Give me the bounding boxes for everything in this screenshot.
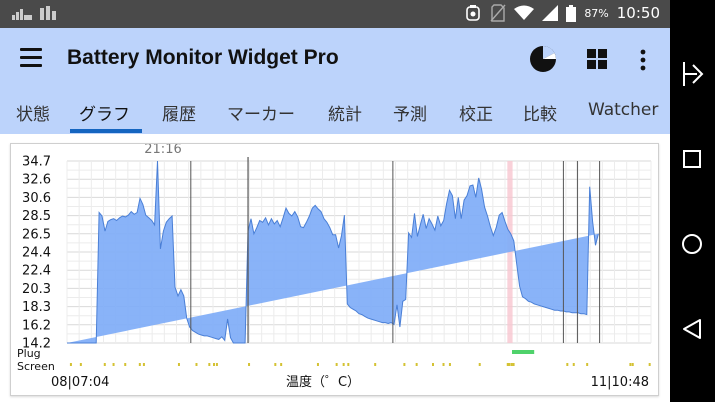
screen-on-tick [138,363,141,366]
x-start-label: 08|07:04 [51,375,109,390]
screen-on-tick [512,363,515,366]
screen-on-tick [335,363,338,366]
status-bar: 87% 10:50 [0,0,670,28]
screen-on-tick [342,363,345,366]
screen-on-tick [448,363,451,366]
screen-on-tick [631,363,634,366]
screen-on-tick [112,363,115,366]
screen-on-tick [124,363,127,366]
tab-status[interactable]: 状態 [16,100,50,125]
screen-on-tick [280,363,283,366]
marker-time-label: 21:16 [144,144,181,157]
y-tick-label: 18.3 [22,300,51,315]
tab-compare[interactable]: 比較 [523,100,557,125]
nav-bar [670,0,715,402]
screen-on-tick [478,363,481,366]
tab-stats[interactable]: 統計 [328,100,362,125]
screen-on-tick [415,363,418,366]
screen-on-tick [316,363,319,366]
screen-on-tick [442,363,445,366]
screen-on-tick [79,363,82,366]
tab-bar: 状態 グラフ 履歴 マーカー 統計 予測 校正 比較 Watcher [0,90,670,134]
screen-on-tick [432,363,434,366]
chart-card[interactable]: 34.7 32.6 30.6 28.5 26.5 24.4 22.4 20.3 18.3 16.2… [10,142,659,396]
tab-watcher[interactable]: Watcher [588,100,658,120]
screen-on-tick [177,363,180,366]
active-tab-indicator [70,129,142,133]
tab-forecast[interactable]: 予測 [393,100,427,125]
menu-icon[interactable] [20,48,42,68]
x-axis-title: 温度（゜C） [286,374,360,390]
screen-on-tick [506,363,509,366]
back-triangle-icon[interactable] [681,318,703,340]
screen-on-tick [508,363,511,366]
y-tick-label: 20.3 [22,282,51,297]
y-tick-label: 26.5 [22,227,51,242]
y-tick-label: 34.7 [22,155,51,170]
screen-row-label: Screen [17,360,55,373]
overview-square-icon[interactable] [683,150,701,168]
plug-row-label: Plug [17,347,41,360]
screen-on-tick [510,363,513,366]
screen-on-tick [142,363,145,366]
app-bar: Battery Monitor Widget Pro [0,28,670,90]
screen-on-tick [195,363,198,366]
screen-on-tick [69,363,72,366]
screen-on-tick [274,363,277,366]
signal-speed-icon [12,9,32,20]
wifi-icon [514,5,535,20]
pie-chart-icon[interactable] [529,45,557,73]
screen-on-tick [347,363,350,366]
screen-on-tick [648,363,651,366]
cell-signal-icon [542,5,559,21]
screen-on-tick [103,363,106,366]
tab-calibration[interactable]: 校正 [459,100,493,125]
screen-on-tick [572,363,575,366]
y-tick-label: 32.6 [22,173,51,188]
temperature-chart[interactable]: 34.7 32.6 30.6 28.5 26.5 24.4 22.4 20.3 18.3 16.2… [11,142,658,395]
bar-chart-icon [40,6,56,20]
y-tick-label: 24.4 [22,246,51,261]
screen-on-tick [215,363,218,366]
app-title: Battery Monitor Widget Pro [67,46,339,69]
screen-on-tick [248,363,251,366]
home-circle-icon[interactable] [681,233,703,255]
tab-graph[interactable]: グラフ [79,100,130,125]
y-tick-label: 30.6 [22,191,51,206]
battery-percent: 87% [584,6,609,20]
status-clock: 10:50 [616,4,660,22]
screen-on-tick [566,363,569,366]
tab-marker[interactable]: マーカー [227,100,295,125]
grid-icon[interactable] [587,49,607,69]
plug-charging-bar [512,350,535,354]
y-tick-label: 16.2 [22,318,51,333]
screen-on-tick [629,363,632,366]
screen-on-tick [208,363,211,366]
screen-on-tick [213,363,215,366]
screen-on-tick [403,363,406,366]
y-tick-label: 22.4 [22,264,51,279]
screen-on-tick [586,363,589,366]
notification-pull-icon[interactable] [681,60,705,88]
battery-monitor-icon [466,5,481,21]
battery-icon [566,4,577,22]
more-vert-icon[interactable] [639,49,647,71]
y-tick-label: 28.5 [22,209,51,224]
tab-history[interactable]: 履歴 [162,100,196,125]
x-end-label: 11|10:48 [591,375,649,390]
screen-on-tick [374,363,377,366]
no-sim-icon [490,4,506,22]
